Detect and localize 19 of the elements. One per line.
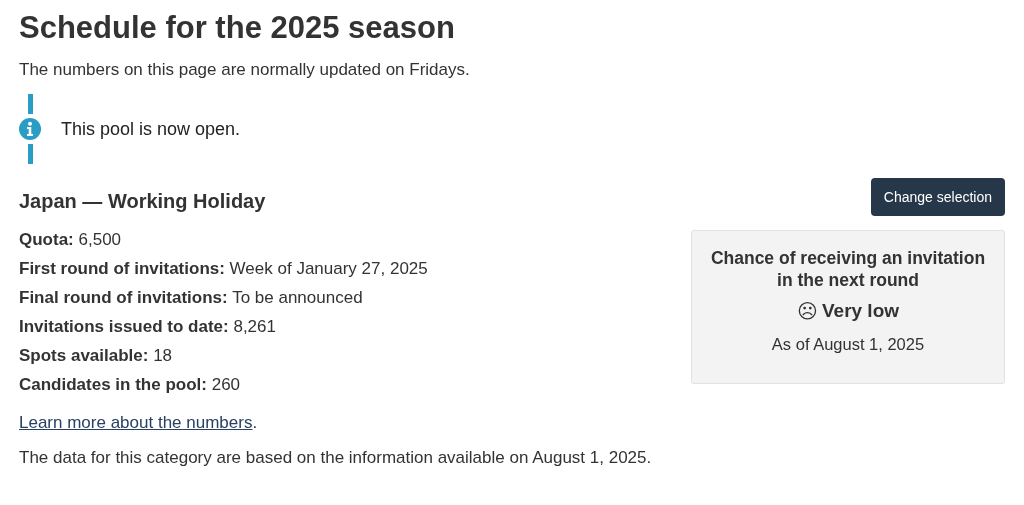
link-sentence: Learn more about the numbers.: [19, 413, 259, 433]
fact-line: Candidates in the pool: 260: [19, 374, 242, 396]
info-icon: [19, 118, 41, 140]
chance-rating: Very low: [821, 300, 900, 322]
change-selection-button[interactable]: Change selection: [870, 178, 1005, 216]
fact-line: Invitations issued to date: 8,261: [19, 316, 277, 338]
learn-more-link[interactable]: Learn more about the numbers: [19, 413, 253, 432]
alert-message: This pool is now open.: [61, 118, 241, 140]
fact-line: Final round of invitations: To be announced: [19, 287, 364, 309]
fact-line: Spots available: 18: [19, 345, 174, 367]
fact-line: First round of invitations: Week of January 27, 2025: [19, 258, 429, 280]
as-of-date: As of August 1, 2025: [770, 335, 926, 354]
chance-title: Chance of receiving an invitation in the next round: [709, 247, 987, 291]
category-heading: Japan — Working Holiday: [19, 190, 267, 213]
page-title: Schedule for the 2025 season: [19, 9, 456, 47]
sad-face-icon: ☹: [796, 299, 818, 323]
fact-line: Quota: 6,500: [19, 229, 123, 251]
data-note: The data for this category are based on the information available on August 1, 2025.: [19, 447, 653, 469]
page-subtitle: The numbers on this page are normally updated on Fridays.: [19, 60, 471, 80]
